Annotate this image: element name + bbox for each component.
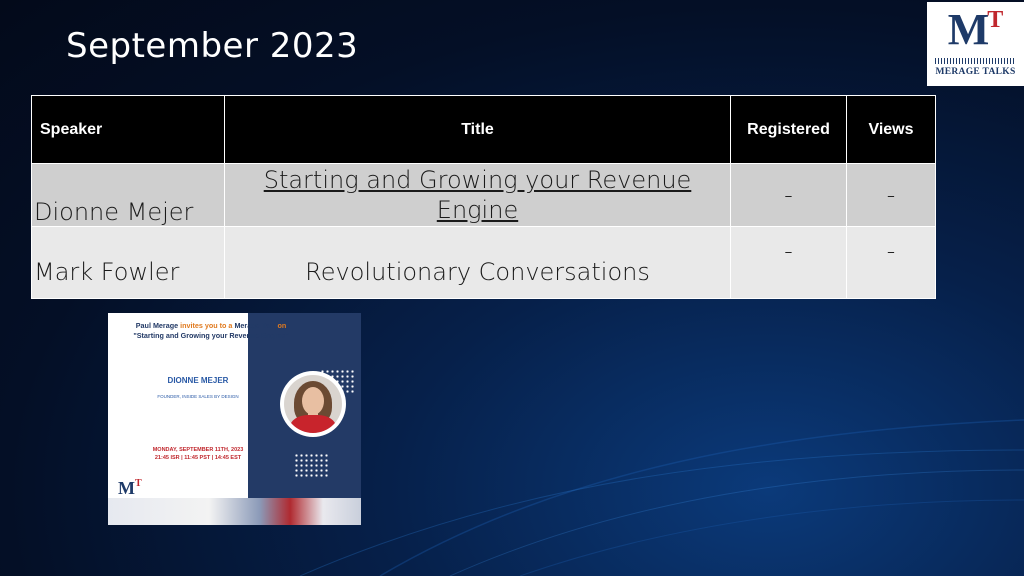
logo-rule: [935, 58, 1016, 64]
flyer-invite-phrase: invites you to a: [178, 321, 235, 330]
flyer-speaker-role: FOUNDER, INSIDE SALES BY DESIGN: [157, 394, 239, 399]
flyer-talk-title: "Starting and Growing your Revenue Engin…: [133, 331, 289, 340]
logo-letter-m: M: [947, 5, 990, 54]
cell-registered: -: [730, 163, 847, 227]
cell-registered: -: [730, 226, 847, 299]
talks-table: Speaker Title Registered Views Dionne Me…: [31, 95, 936, 299]
cell-views: -: [846, 163, 936, 227]
flyer-bottom-image-strip: [108, 498, 361, 525]
flyer-invite-on: on: [275, 321, 287, 330]
header-views: Views: [846, 95, 936, 164]
flyer-logo-t: T: [135, 478, 142, 489]
header-title: Title: [224, 95, 731, 164]
header-speaker: Speaker: [31, 95, 225, 164]
flyer-time-line: 21:45 ISR | 11:45 PST | 14:45 EST: [154, 455, 242, 461]
table-header-row: Speaker Title Registered Views: [31, 95, 936, 164]
flyer-date: MONDAY, SEPTEMBER 11TH, 2023 21:45 ISR |…: [128, 446, 268, 462]
cell-title: Starting and Growing your Revenue Engine: [224, 163, 731, 227]
cell-views: -: [846, 226, 936, 299]
talk-title-link[interactable]: Starting and Growing your Revenue Engine: [264, 166, 692, 224]
page-title: September 2023: [66, 26, 359, 66]
flyer-event-name: Merage Talk: [234, 321, 276, 330]
speaker-photo: [280, 371, 346, 437]
logo-letter-t: T: [987, 7, 1004, 33]
flyer-date-line: MONDAY, SEPTEMBER 11TH, 2023: [152, 447, 244, 453]
flyer-logo: MT: [118, 478, 142, 499]
cell-title: Revolutionary Conversations: [224, 226, 731, 299]
flyer-speaker-name: DIONNE MEJER: [167, 376, 229, 385]
flyer-logo-m: M: [118, 478, 135, 498]
table-row: Dionne Mejer Starting and Growing your R…: [31, 163, 936, 227]
event-flyer: Paul Merage invites you to a Merage Talk…: [108, 313, 361, 525]
flyer-dot-pattern: [294, 453, 330, 479]
merage-talks-logo: M T MERAGE TALKS: [927, 2, 1024, 86]
cell-speaker: Dionne Mejer: [31, 163, 225, 227]
table-row: Mark Fowler Revolutionary Conversations …: [31, 226, 936, 299]
logo-text: MERAGE TALKS: [935, 67, 1016, 77]
header-registered: Registered: [730, 95, 847, 164]
flyer-host-name: Paul Merage: [135, 321, 179, 330]
flyer-invite-text: Paul Merage invites you to a Merage Talk…: [116, 321, 306, 341]
cell-speaker: Mark Fowler: [31, 226, 225, 299]
